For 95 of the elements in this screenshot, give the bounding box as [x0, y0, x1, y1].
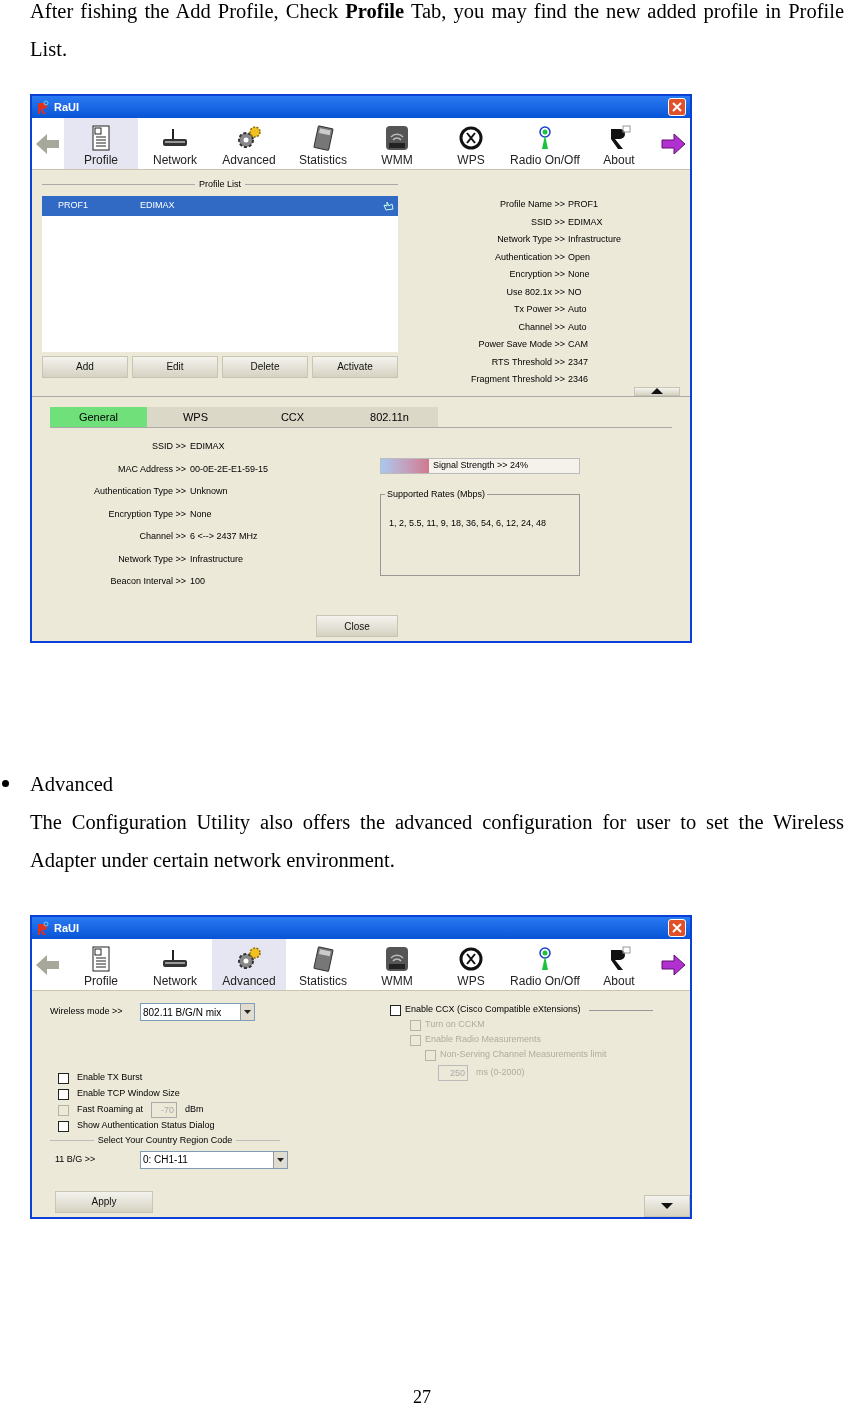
checkbox-label: Enable TX Burst: [77, 1071, 143, 1085]
info-value: EDIMAX: [190, 440, 226, 453]
info-value: Infrastructure: [190, 552, 245, 566]
info-label: Network Type >>: [117, 552, 187, 566]
checkbox[interactable]: [58, 1072, 69, 1084]
close-dialog-button[interactable]: Close: [316, 615, 398, 637]
detail-label: RTS Threshold >>: [490, 355, 566, 369]
checkbox-label: Enable TCP Window Size: [77, 1087, 180, 1101]
bullet-title: Advanced: [30, 772, 115, 797]
toolbar-tab[interactable]: Profile: [64, 118, 138, 169]
group-legend: Profile List: [199, 178, 241, 192]
profile-row[interactable]: PROF1 EDIMAX: [42, 195, 398, 216]
down-triangle-icon: [661, 1203, 673, 1209]
detail-label: Fragment Threshold >>: [470, 373, 566, 386]
field-label: Wireless mode >>: [50, 1005, 124, 1019]
close-icon: [672, 102, 682, 112]
info-label: Channel >>: [138, 530, 187, 543]
checkbox-label: Show Authentication Status Dialog: [77, 1119, 215, 1133]
checkbox-label: Enable CCX (Cisco Compatible eXtensions): [405, 1003, 581, 1017]
detail-value: 2347: [568, 355, 590, 369]
detail-label: Authentication >>: [493, 250, 566, 264]
field-label: 11 B/G >>: [54, 1152, 97, 1166]
detail-label: SSID >>: [529, 215, 566, 229]
detail-value: Infrastructure: [568, 233, 623, 246]
detail-value: Open: [568, 250, 592, 264]
dropdown[interactable]: 0: CH1-11: [140, 1150, 288, 1169]
detail-label: Tx Power >>: [512, 303, 566, 316]
info-label: Encryption Type >>: [107, 507, 187, 521]
hand-icon: [383, 199, 395, 212]
list-button[interactable]: Activate: [312, 355, 398, 378]
page-number: 27: [412, 1386, 432, 1409]
gears-icon: [235, 125, 263, 151]
detail-value: Auto: [568, 303, 588, 316]
dropdown[interactable]: 802.11 B/G/N mix: [140, 1003, 255, 1021]
apply-button[interactable]: Apply: [55, 1190, 153, 1213]
detail-value: NO: [568, 285, 583, 299]
right-arrow-icon: [660, 952, 686, 977]
caret-icon: [277, 1157, 284, 1162]
intro-paragraph: After fishing the Add Profile, Check Profile Tab, you may find the new added profile in Profile List.: [29, 0, 844, 62]
tab[interactable]: CCX: [244, 407, 341, 427]
checkbox[interactable]: [58, 1120, 69, 1132]
detail-label: Power Save Mode >>: [477, 338, 566, 351]
info-label: MAC Address >>: [116, 462, 187, 476]
toolbar-tab[interactable]: Advanced: [212, 939, 286, 990]
info-value: 6 <--> 2437 MHz: [190, 530, 259, 543]
detail-label: Network Type >>: [496, 233, 566, 246]
rates-value: 1, 2, 5.5, 11, 9, 18, 36, 54, 6, 12, 24, 48: [389, 518, 546, 528]
right-arrow-icon: [660, 131, 686, 156]
bullet-paragraph: The Configuration Utility also offers the advanced configuration for user to set the Wireless Adapter under certain network environment.: [30, 810, 844, 874]
checkbox-label: Fast Roaming at: [77, 1103, 144, 1117]
unit-label: dBm: [185, 1103, 204, 1117]
close-button[interactable]: [668, 919, 686, 937]
detail-value: None: [568, 268, 591, 281]
up-triangle-icon: [651, 388, 663, 395]
checkbox[interactable]: [58, 1088, 69, 1100]
checkbox[interactable]: [390, 1004, 401, 1016]
detail-value: 2346: [568, 373, 590, 386]
group-legend: Supported Rates (Mbps): [385, 488, 488, 502]
detail-label: Channel >>: [517, 320, 566, 334]
app-logo-icon: [36, 100, 50, 114]
left-arrow-icon: [35, 131, 61, 156]
info-value: None: [190, 507, 213, 521]
detail-value: PROF1: [568, 198, 599, 211]
list-button[interactable]: Edit: [132, 355, 218, 378]
tab[interactable]: General: [50, 407, 147, 427]
left-arrow-icon: [35, 952, 61, 977]
signal-square-icon: [383, 946, 411, 972]
tab[interactable]: WPS: [147, 407, 244, 427]
signal-label: Signal Strength >> 24%: [433, 459, 529, 473]
detail-value: EDIMAX: [568, 215, 604, 229]
info-label: Beacon Interval >>: [109, 575, 187, 588]
close-button[interactable]: [668, 98, 686, 116]
info-value: Unknown: [190, 485, 229, 498]
app-logo-icon: [36, 921, 50, 935]
detail-label: Profile Name >>: [498, 198, 566, 211]
window-title: RaUI: [54, 99, 80, 115]
info-label: Authentication Type >>: [93, 485, 187, 498]
info-value: 00-0E-2E-E1-59-15: [190, 462, 270, 476]
collapse-button[interactable]: [634, 386, 680, 396]
caret-icon: [244, 1010, 251, 1014]
info-label: SSID >>: [150, 440, 187, 453]
list-button[interactable]: Add: [42, 355, 128, 378]
detail-label: Use 802.1x >>: [505, 285, 566, 299]
gears-icon: [235, 946, 263, 972]
expand-button[interactable]: [644, 1195, 690, 1217]
tab[interactable]: 802.11n: [341, 407, 438, 427]
detail-label: Encryption >>: [508, 268, 566, 281]
signal-square-icon: [383, 125, 411, 151]
close-icon: [672, 923, 682, 933]
detail-value: CAM: [568, 338, 589, 351]
detail-value: Auto: [568, 320, 588, 334]
list-button[interactable]: Delete: [222, 355, 308, 378]
info-value: 100: [190, 575, 207, 588]
window-title: RaUI: [54, 920, 80, 936]
group-legend: Select Your Country Region Code: [97, 1134, 233, 1148]
